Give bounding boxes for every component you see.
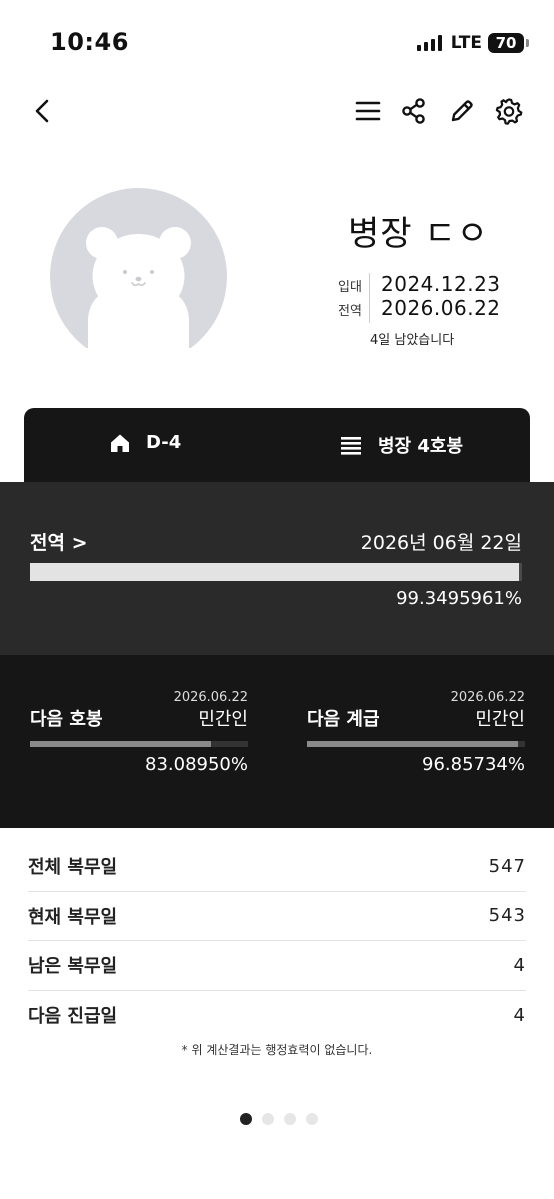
enlist-date: 2024.12.23 xyxy=(381,272,501,296)
status-indicators: LTE 70 xyxy=(416,33,529,53)
stat-label: 다음 진급일 xyxy=(28,1006,118,1028)
stat-value: 547 xyxy=(488,855,526,877)
next-rank-percent: 96.85734% xyxy=(422,754,525,775)
home-icon xyxy=(111,434,129,452)
discharge-date: 2026.06.22 xyxy=(381,296,501,320)
page-dot[interactable] xyxy=(306,1113,318,1125)
stat-row: 남은 복무일 4 xyxy=(28,941,526,991)
stat-row: 전체 복무일 547 xyxy=(28,842,526,892)
discharge-percent: 99.3495961% xyxy=(396,588,522,609)
tab-dday-label: D-4 xyxy=(146,432,182,453)
stat-label: 현재 복무일 xyxy=(28,906,118,928)
nav-bar xyxy=(0,88,554,134)
share-icon[interactable] xyxy=(399,96,429,126)
date-labels: 입대 전역 xyxy=(338,276,362,324)
status-bar: 10:46 LTE 70 xyxy=(0,0,554,88)
stat-row: 현재 복무일 543 xyxy=(28,892,526,941)
next-rank-progress-bar xyxy=(307,741,525,747)
next-pay-progress-bar xyxy=(30,741,248,747)
rank-stripes-icon xyxy=(341,437,361,455)
next-rank-progress-fill xyxy=(307,741,519,747)
disclaimer: * 위 계산결과는 행정효력이 없습니다. xyxy=(181,1043,373,1057)
discharge-full-date: 2026년 06월 22일 xyxy=(360,532,522,554)
stat-value: 4 xyxy=(513,1004,526,1026)
next-rank-card: 2026.06.22 다음 계급 민간인 96.85734% xyxy=(307,655,525,828)
next-pay-percent: 83.08950% xyxy=(145,754,248,775)
network-label: LTE xyxy=(450,33,482,53)
next-pay-title: 다음 호봉 xyxy=(30,709,103,730)
signal-icon xyxy=(416,35,442,51)
discharge-link[interactable]: 전역 > xyxy=(30,528,88,555)
page-dot[interactable] xyxy=(262,1113,274,1125)
enlist-label: 입대 xyxy=(338,280,362,295)
next-rank-date: 2026.06.22 xyxy=(450,690,525,705)
tab-rank[interactable]: 병장 4호봉 xyxy=(340,432,463,458)
battery-icon: 70 xyxy=(488,33,529,53)
page-dot[interactable] xyxy=(284,1113,296,1125)
tab-dday[interactable]: D-4 xyxy=(110,432,181,453)
discharge-label: 전역 xyxy=(338,304,362,319)
status-time: 10:46 xyxy=(50,28,129,56)
stat-value: 543 xyxy=(488,905,526,927)
menu-icon[interactable] xyxy=(353,96,383,126)
avatar xyxy=(50,188,227,348)
next-pay-target: 민간인 xyxy=(198,709,248,730)
page-indicator xyxy=(240,1113,318,1125)
next-section: 2026.06.22 다음 호봉 민간인 83.08950% 2026.06.2… xyxy=(0,655,554,828)
bear-icon xyxy=(86,227,191,348)
divider xyxy=(369,273,370,323)
date-values: 2024.12.23 2026.06.22 xyxy=(381,272,501,320)
remaining-text: 4일 남았습니다 xyxy=(370,333,455,348)
next-pay-date: 2026.06.22 xyxy=(173,690,248,705)
tab-rank-label: 병장 4호봉 xyxy=(378,436,464,457)
pencil-icon[interactable] xyxy=(447,96,477,126)
stat-label: 전체 복무일 xyxy=(28,857,118,879)
stat-value: 4 xyxy=(513,954,526,976)
gear-icon[interactable] xyxy=(494,96,524,126)
next-rank-title: 다음 계급 xyxy=(307,709,380,730)
next-pay-progress-fill xyxy=(30,741,212,747)
stats-list: 전체 복무일 547 현재 복무일 543 남은 복무일 4 다음 진급일 4 xyxy=(28,842,526,1040)
summary-tabs: D-4 병장 4호봉 xyxy=(24,408,530,484)
discharge-section: 전역 > 2026년 06월 22일 99.3495961% xyxy=(0,482,554,655)
discharge-progress-bar xyxy=(30,563,522,581)
discharge-progress-fill xyxy=(30,563,519,581)
profile-name: 병장 ㄷㅇ xyxy=(348,214,489,254)
stat-row: 다음 진급일 4 xyxy=(28,991,526,1041)
stat-label: 남은 복무일 xyxy=(28,956,118,978)
avatar-circle xyxy=(50,188,227,348)
chevron-left-icon[interactable] xyxy=(28,96,58,126)
battery-level: 70 xyxy=(495,34,517,52)
page-dot[interactable] xyxy=(240,1113,252,1125)
next-rank-target: 민간인 xyxy=(475,709,525,730)
next-pay-card: 2026.06.22 다음 호봉 민간인 83.08950% xyxy=(30,655,248,828)
